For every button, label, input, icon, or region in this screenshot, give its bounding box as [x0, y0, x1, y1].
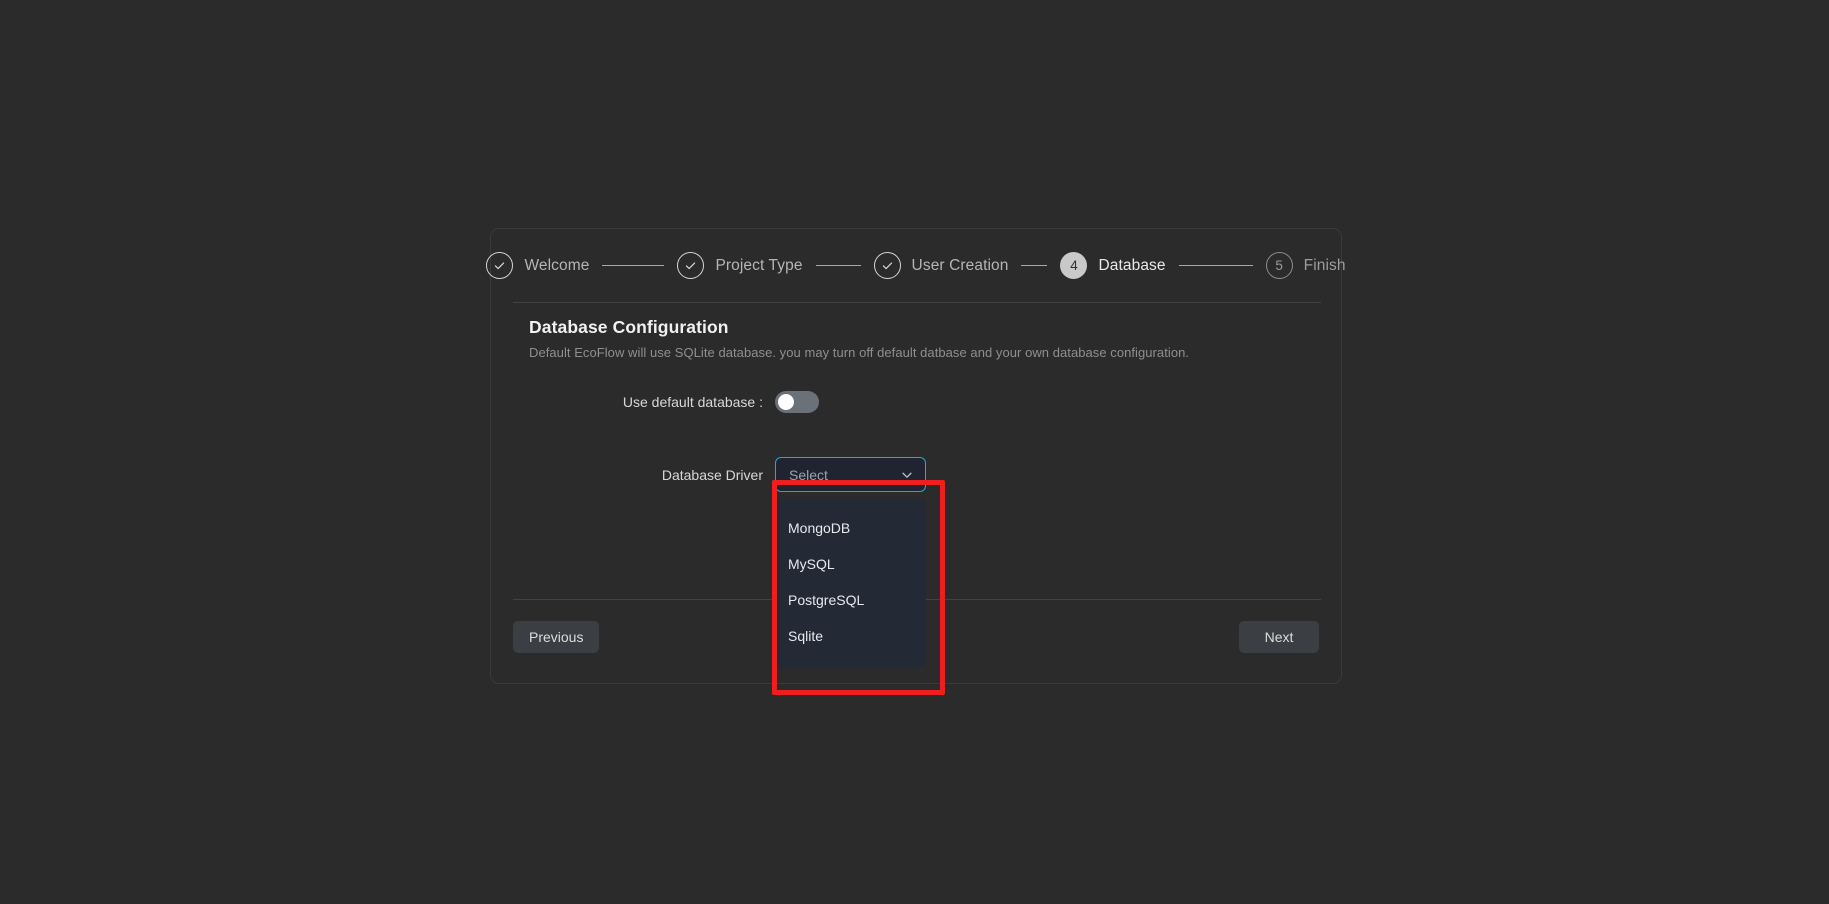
database-driver-selected-value: Select: [789, 466, 828, 483]
check-icon: [881, 259, 894, 272]
database-driver-label: Database Driver: [661, 466, 763, 483]
row-database-driver: Database Driver Select MongoDB MySQL Pos…: [491, 457, 1341, 667]
chevron-down-icon: [900, 468, 914, 482]
use-default-database-label: Use default database :: [622, 394, 763, 410]
step-connector-4: [1178, 264, 1253, 267]
step-project-type-marker: [677, 252, 705, 279]
step-connector-3: [1021, 264, 1048, 267]
database-driver-select-wrap: Select MongoDB MySQL PostgreSQL Sqlite: [775, 457, 926, 667]
divider-top: [513, 302, 1321, 303]
step-database-label: Database: [1098, 256, 1166, 274]
step-user-creation[interactable]: User Creation: [873, 252, 1009, 279]
wizard-stepper: Welcome Project Type User Creation 4 Dat…: [486, 229, 1345, 302]
database-driver-dropdown[interactable]: MongoDB MySQL PostgreSQL Sqlite: [775, 499, 926, 667]
step-welcome-marker: [486, 252, 514, 279]
check-icon: [684, 259, 697, 272]
dropdown-option-mongodb[interactable]: MongoDB: [775, 510, 926, 546]
step-welcome[interactable]: Welcome: [486, 252, 589, 279]
toggle-knob: [778, 394, 794, 410]
step-project-type-label: Project Type: [715, 256, 803, 274]
dropdown-option-mysql[interactable]: MySQL: [775, 546, 926, 582]
wizard-card: Welcome Project Type User Creation 4 Dat…: [486, 228, 1345, 684]
step-database-marker: 4: [1060, 252, 1088, 279]
step-connector-2: [815, 264, 861, 267]
dropdown-option-sqlite[interactable]: Sqlite: [775, 618, 926, 654]
database-driver-select[interactable]: Select: [775, 457, 926, 492]
previous-button[interactable]: Previous: [513, 621, 600, 653]
step-finish-marker: 5: [1265, 252, 1293, 279]
step-finish[interactable]: 5 Finish: [1265, 252, 1346, 279]
section-heading: Database Configuration Default EcoFlow w…: [529, 317, 1309, 360]
step-user-creation-marker: [873, 252, 901, 279]
step-welcome-label: Welcome: [524, 256, 590, 274]
step-user-creation-label: User Creation: [911, 256, 1009, 274]
next-button[interactable]: Next: [1239, 621, 1319, 653]
step-finish-label: Finish: [1303, 256, 1346, 274]
section-description: Default EcoFlow will use SQLite database…: [529, 345, 1190, 360]
dropdown-option-postgresql[interactable]: PostgreSQL: [775, 582, 926, 618]
row-use-default-database: Use default database :: [491, 391, 1341, 413]
step-database[interactable]: 4 Database: [1060, 252, 1166, 279]
use-default-database-toggle[interactable]: [775, 391, 819, 413]
page-title: Database Configuration: [529, 317, 729, 337]
check-icon: [493, 259, 506, 272]
step-connector-1: [602, 264, 665, 267]
step-project-type[interactable]: Project Type: [677, 252, 802, 279]
